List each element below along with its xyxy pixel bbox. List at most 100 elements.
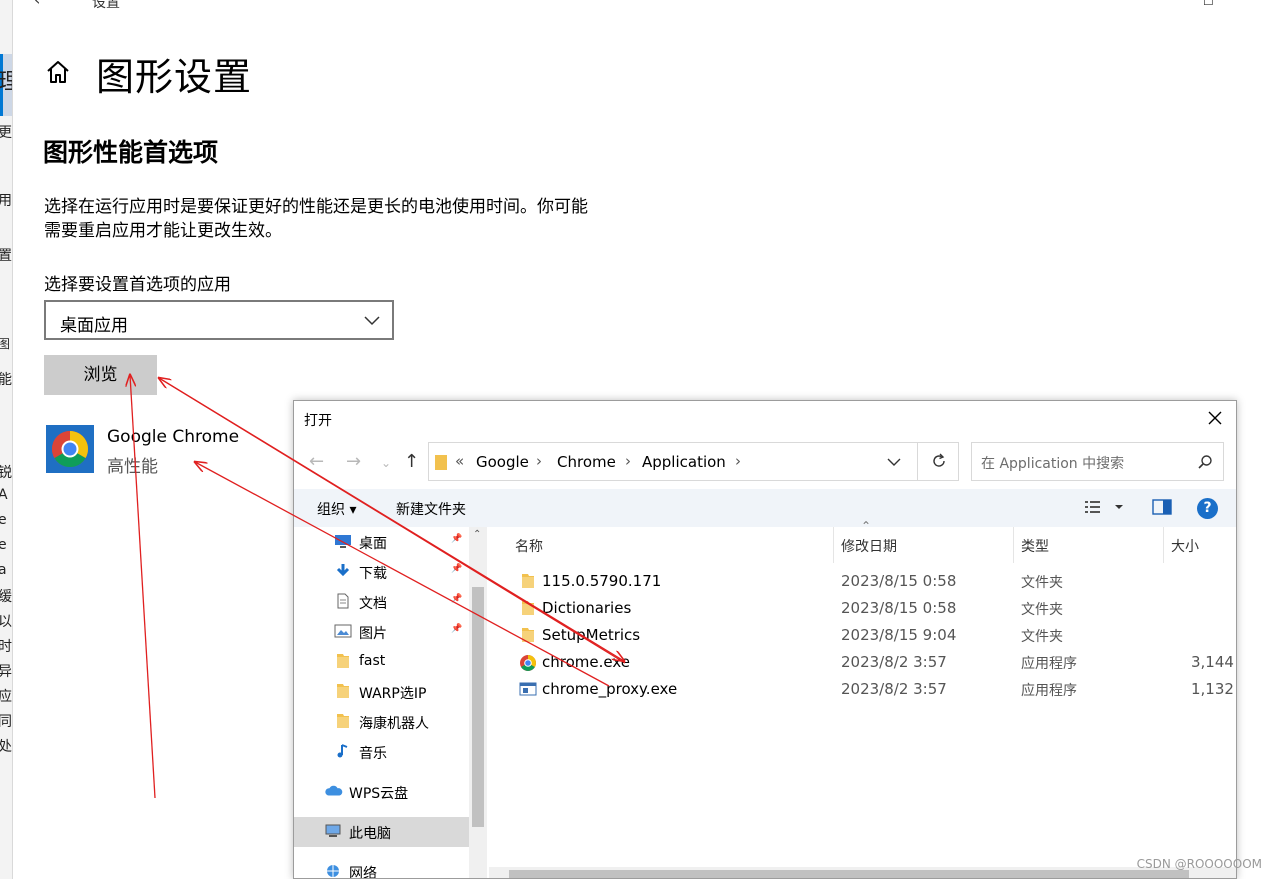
sidebar-fragment[interactable]: A xyxy=(0,487,8,503)
address-bar[interactable]: « Google › Chrome › Application › xyxy=(428,442,959,481)
refresh-icon xyxy=(933,453,945,467)
column-header-name[interactable]: 名称 xyxy=(515,536,543,556)
view-options-icon[interactable] xyxy=(1084,499,1124,515)
pin-icon: 📌 xyxy=(451,594,463,604)
nav-item[interactable]: 网络 xyxy=(294,857,469,879)
nav-item[interactable]: 下载 📌 xyxy=(294,557,469,587)
file-row[interactable]: chrome_proxy.exe 2023/8/2 3:57 应用程序 1,132 xyxy=(489,676,1236,703)
sidebar-fragment[interactable]: a xyxy=(0,562,7,578)
file-row[interactable]: SetupMetrics 2023/8/15 9:04 文件夹 xyxy=(489,622,1236,649)
column-divider[interactable] xyxy=(1163,527,1164,563)
search-placeholder: 在 Application 中搜索 xyxy=(981,456,1125,472)
close-icon[interactable] xyxy=(1206,409,1224,427)
sidebar-fragment[interactable]: 缓 xyxy=(0,586,12,606)
file-row[interactable]: Dictionaries 2023/8/15 0:58 文件夹 xyxy=(489,595,1236,622)
description-text: 选择在运行应用时是要保证更好的性能还是更长的电池使用时间。你可能 xyxy=(44,197,588,217)
sidebar-fragment[interactable]: 异 xyxy=(0,661,12,681)
file-row[interactable]: chrome.exe 2023/8/2 3:57 应用程序 3,144 xyxy=(489,649,1236,676)
file-name: SetupMetrics xyxy=(542,626,641,644)
sidebar-fragment[interactable]: e xyxy=(0,537,7,553)
nav-item[interactable]: fast xyxy=(294,647,469,677)
scrollbar-thumb[interactable] xyxy=(509,870,1189,878)
window-title: 设置 xyxy=(92,0,120,11)
file-modified-date: 2023/8/15 0:58 xyxy=(841,599,957,617)
column-header-size[interactable]: 大小 xyxy=(1171,536,1199,556)
refresh-button[interactable] xyxy=(917,442,959,481)
sidebar-fragment[interactable]: 锐 xyxy=(0,462,12,482)
chevron-right-icon[interactable]: › xyxy=(625,452,631,470)
forward-icon[interactable]: → xyxy=(346,451,361,472)
scrollbar-thumb[interactable] xyxy=(472,587,484,827)
pin-icon: 📌 xyxy=(451,624,463,634)
sidebar-fragment[interactable]: 理 xyxy=(0,64,12,96)
sidebar-fragment[interactable]: 用 xyxy=(0,190,12,210)
file-type: 应用程序 xyxy=(1021,656,1077,672)
app-type-value: 桌面应用 xyxy=(60,316,128,336)
nav-item[interactable]: WARP选IP xyxy=(294,677,469,707)
help-button[interactable]: ? xyxy=(1197,498,1218,519)
browse-button[interactable]: 浏览 xyxy=(44,355,157,395)
breadcrumb-chrome[interactable]: Chrome xyxy=(557,453,616,471)
new-folder-button[interactable]: 新建文件夹 xyxy=(396,499,466,519)
sidebar-fragment[interactable]: 应 xyxy=(0,686,12,706)
home-icon[interactable] xyxy=(44,58,72,86)
back-arrow-icon[interactable]: ‹ xyxy=(34,0,40,9)
sidebar-fragment[interactable]: 以 xyxy=(0,611,12,631)
recent-locations-icon[interactable]: ⌄ xyxy=(381,456,391,470)
open-file-dialog: 打开 ← → ⌄ ↑ « Google › Chrome › Applicati… xyxy=(293,400,1237,879)
search-input[interactable]: 在 Application 中搜索 xyxy=(971,442,1224,481)
sidebar-fragment[interactable]: 能 xyxy=(0,369,12,389)
scroll-up-icon[interactable]: ⌃ xyxy=(473,529,481,540)
back-icon[interactable]: ← xyxy=(309,451,324,472)
nav-item[interactable]: 此电脑 xyxy=(294,817,469,847)
nav-item[interactable]: 音乐 xyxy=(294,737,469,767)
maximize-icon[interactable]: ☐ xyxy=(1203,0,1214,8)
horizontal-scrollbar[interactable] xyxy=(489,867,1236,878)
column-header-type[interactable]: 类型 xyxy=(1021,536,1049,556)
app-type-select[interactable]: 桌面应用 xyxy=(44,300,394,340)
sidebar-fragment[interactable]: 置 xyxy=(0,245,12,265)
file-row[interactable]: 115.0.5790.171 2023/8/15 0:58 文件夹 xyxy=(489,568,1236,595)
breadcrumb-application[interactable]: Application xyxy=(642,453,726,471)
breadcrumb-google[interactable]: Google xyxy=(476,453,529,471)
nav-item[interactable]: 图片 📌 xyxy=(294,617,469,647)
folder-icon xyxy=(519,627,537,643)
file-modified-date: 2023/8/2 3:57 xyxy=(841,680,947,698)
column-divider[interactable] xyxy=(1013,527,1014,563)
folder-icon xyxy=(435,455,447,470)
breadcrumb-overflow[interactable]: « xyxy=(455,452,464,470)
nav-item[interactable]: 海康机器人 xyxy=(294,707,469,737)
dialog-toolbar: 组织 ▾ 新建文件夹 xyxy=(294,489,1236,527)
preview-pane-icon[interactable] xyxy=(1152,499,1172,515)
desktop-icon xyxy=(334,533,352,549)
nav-item-label: 图片 xyxy=(359,626,387,642)
nav-item[interactable]: 桌面 📌 xyxy=(294,527,469,557)
file-modified-date: 2023/8/2 3:57 xyxy=(841,653,947,671)
sidebar-fragment[interactable]: 图 xyxy=(0,335,10,352)
nav-item[interactable]: 文档 📌 xyxy=(294,587,469,617)
pin-icon: 📌 xyxy=(451,564,463,574)
sidebar-fragment[interactable]: 同 xyxy=(0,711,12,731)
sidebar-fragment[interactable]: 处 xyxy=(0,736,12,756)
nav-item-label: 网络 xyxy=(349,866,377,879)
nav-item[interactable]: WPS云盘 xyxy=(294,777,469,807)
chrome-icon xyxy=(46,425,94,473)
sidebar-fragment[interactable]: 更 xyxy=(0,122,12,142)
up-folder-icon[interactable]: ↑ xyxy=(404,451,419,472)
organize-button[interactable]: 组织 ▾ xyxy=(317,499,356,519)
folder-icon xyxy=(334,713,352,729)
nav-scrollbar[interactable]: ⌃ xyxy=(469,527,487,878)
file-size: 1,132 xyxy=(1191,680,1234,698)
nav-item-label: 下载 xyxy=(359,566,387,582)
column-divider[interactable] xyxy=(833,527,834,563)
chevron-down-icon[interactable] xyxy=(887,457,901,467)
sidebar-fragment[interactable]: 时 xyxy=(0,636,12,656)
sidebar-fragment[interactable]: e xyxy=(0,512,7,528)
sort-ascending-icon: ⌃ xyxy=(861,519,872,533)
folder-icon xyxy=(334,683,352,699)
chevron-right-icon[interactable]: › xyxy=(536,452,542,470)
chevron-right-icon[interactable]: › xyxy=(735,452,741,470)
file-modified-date: 2023/8/15 9:04 xyxy=(841,626,957,644)
app-entry-name[interactable]: Google Chrome xyxy=(107,427,239,447)
column-header-modified[interactable]: 修改日期 xyxy=(841,536,897,556)
